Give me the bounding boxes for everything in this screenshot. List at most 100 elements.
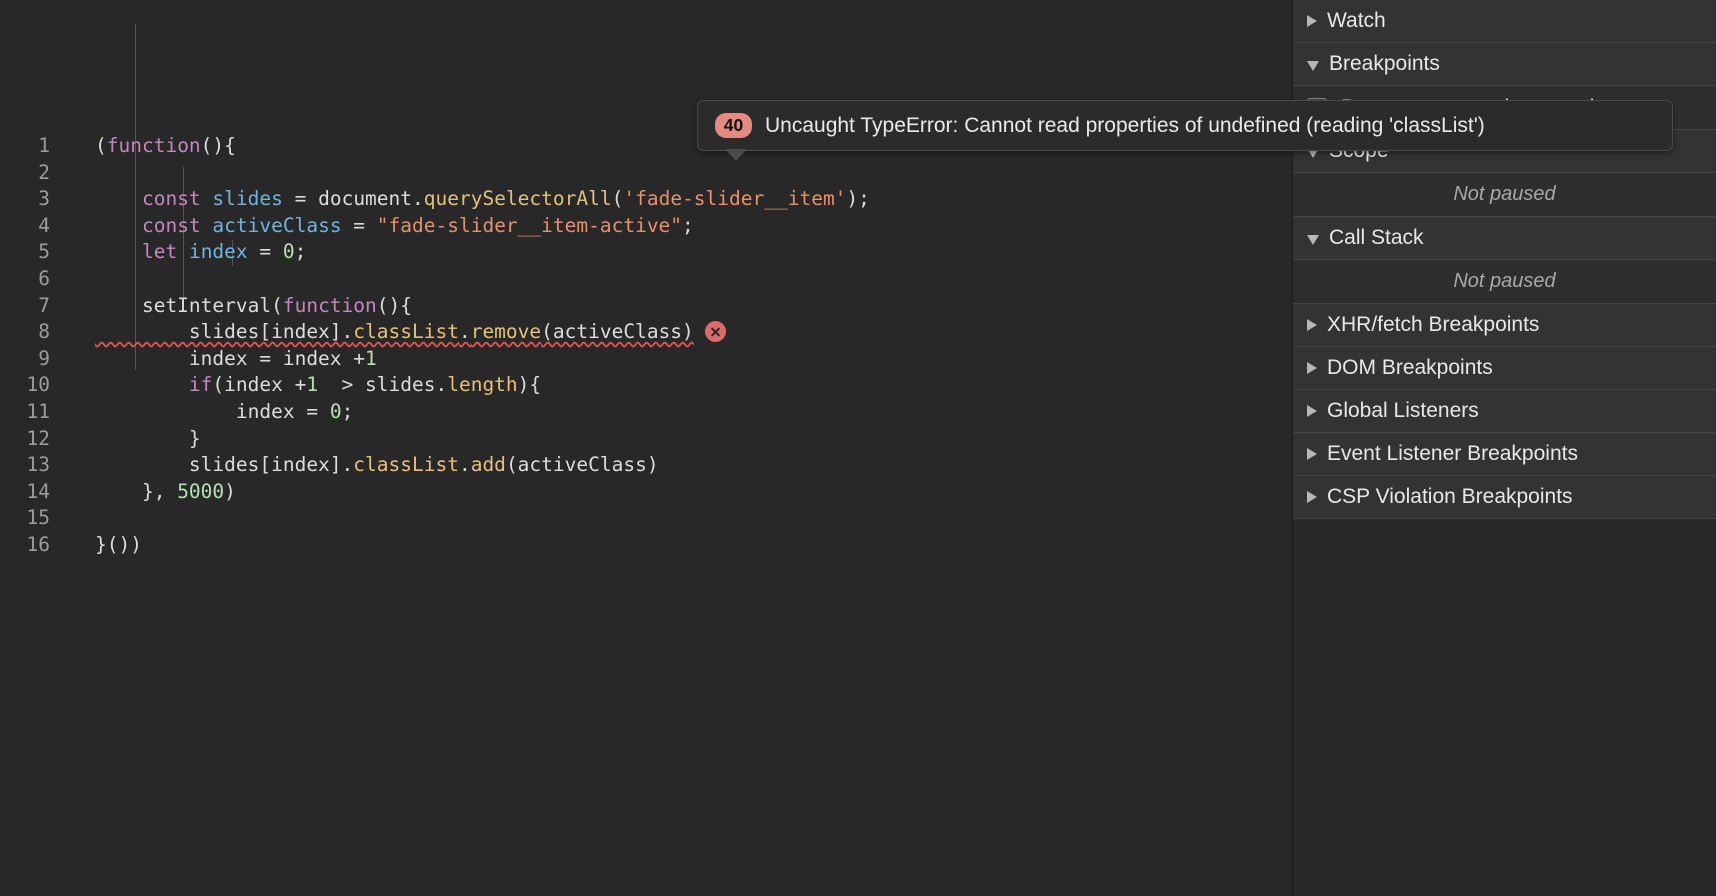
code-line-text[interactable]: } [56, 426, 201, 453]
line-number[interactable]: 5 [0, 239, 56, 266]
sidebar-section-csp-violation-breakpoints[interactable]: CSP Violation Breakpoints [1293, 476, 1716, 519]
chevron-right-icon[interactable] [1307, 15, 1317, 27]
sidebar-section-global-listeners[interactable]: Global Listeners [1293, 390, 1716, 433]
code-line[interactable]: 2 [0, 160, 1292, 187]
line-number[interactable]: 11 [0, 399, 56, 426]
line-number[interactable]: 14 [0, 479, 56, 506]
line-number[interactable]: 10 [0, 372, 56, 399]
code-line-text[interactable]: let index = 0; [56, 239, 306, 266]
code-line[interactable]: 16}()) [0, 532, 1292, 559]
chevron-right-icon[interactable] [1307, 491, 1317, 503]
code-token: ( [611, 187, 624, 211]
sidebar-section-watch[interactable]: Watch [1293, 0, 1716, 43]
code-token: setInterval( [95, 293, 283, 317]
debugger-sidebar-list: WatchBreakpointsPause on uncaught except… [1293, 0, 1716, 519]
code-token: ( [95, 133, 107, 157]
code-token: 5000 [177, 479, 225, 503]
line-number[interactable]: 6 [0, 266, 56, 293]
line-number[interactable]: 15 [0, 505, 56, 532]
line-number[interactable]: 4 [0, 213, 56, 240]
code-line[interactable]: 12 } [0, 426, 1292, 453]
chevron-right-icon[interactable] [1307, 405, 1317, 417]
code-line-text[interactable]: setInterval(function(){ [56, 293, 412, 320]
code-line-text[interactable]: const slides = document.querySelectorAll… [56, 186, 870, 213]
line-number[interactable]: 13 [0, 452, 56, 479]
code-line[interactable]: 3 const slides = document.querySelectorA… [0, 186, 1292, 213]
code-token: slides[index]. [95, 453, 354, 477]
error-tooltip[interactable]: 40 Uncaught TypeError: Cannot read prope… [697, 100, 1673, 151]
line-number[interactable]: 7 [0, 293, 56, 320]
chevron-right-icon[interactable] [1307, 362, 1317, 374]
code-line[interactable]: 14 }, 5000) [0, 479, 1292, 506]
code-token: classList [353, 453, 459, 477]
code-token: . [458, 453, 471, 477]
sidebar-section-call-stack[interactable]: Call Stack [1293, 217, 1716, 260]
sidebar-section-event-listener-breakpoints[interactable]: Event Listener Breakpoints [1293, 433, 1716, 476]
code-line[interactable]: 5 let index = 0; [0, 239, 1292, 266]
code-token: function [282, 293, 377, 317]
code-line[interactable]: 15 [0, 505, 1292, 532]
code-token: slides[index]. [95, 320, 354, 344]
code-token: (activeClass) [505, 453, 659, 477]
line-number[interactable]: 1 [0, 133, 56, 160]
code-line[interactable]: 13 slides[index].classList.add(activeCla… [0, 452, 1292, 479]
code-token: 1 [306, 373, 319, 397]
code-line[interactable]: 10 if(index +1 > slides.length){ [0, 372, 1292, 399]
sidebar-section-dom-breakpoints[interactable]: DOM Breakpoints [1293, 347, 1716, 390]
code-token: classList [353, 320, 459, 344]
line-number[interactable]: 8 [0, 319, 56, 346]
code-token: function [106, 133, 201, 157]
code-line[interactable]: 6 [0, 266, 1292, 293]
code-token: querySelectorAll [423, 187, 612, 211]
code-line-text[interactable]: (function(){ [56, 133, 236, 160]
code-token: 0 [329, 399, 342, 423]
code-line-text[interactable]: slides[index].classList.remove(activeCla… [56, 319, 726, 346]
chevron-down-icon[interactable] [1307, 60, 1319, 71]
sidebar-section-breakpoints[interactable]: Breakpoints [1293, 43, 1716, 86]
line-number[interactable]: 9 [0, 346, 56, 373]
error-count-badge: 40 [715, 113, 752, 138]
code-token: index = index + [95, 346, 366, 370]
code-token: ; [682, 213, 694, 237]
line-number[interactable]: 12 [0, 426, 56, 453]
code-token: (index + [212, 373, 307, 397]
code-token: const [141, 213, 201, 237]
code-token: let [141, 240, 178, 264]
code-token: ){ [517, 373, 542, 397]
code-line-text[interactable]: slides[index].classList.add(activeClass) [56, 452, 659, 479]
code-area[interactable]: 1 (function(){2 3 const slides = document.… [0, 0, 1292, 558]
code-token: length [447, 373, 518, 397]
code-line-text[interactable]: if(index +1 > slides.length){ [56, 372, 541, 399]
sidebar-section-xhr-fetch-breakpoints[interactable]: XHR/fetch Breakpoints [1293, 304, 1716, 347]
sidebar-section-label: Event Listener Breakpoints [1327, 442, 1578, 465]
sidebar-section-label: DOM Breakpoints [1327, 356, 1493, 379]
line-number[interactable]: 16 [0, 532, 56, 559]
code-token: ); [846, 187, 870, 211]
code-line-text[interactable]: index = 0; [56, 399, 353, 426]
code-line-text[interactable]: }()) [56, 532, 142, 559]
line-number[interactable]: 3 [0, 186, 56, 213]
code-token: = [341, 213, 377, 237]
code-line[interactable]: 4 const activeClass = "fade-slider__item… [0, 213, 1292, 240]
sidebar-section-label: XHR/fetch Breakpoints [1327, 313, 1540, 336]
chevron-right-icon[interactable] [1307, 448, 1317, 460]
code-line[interactable]: 11 index = 0; [0, 399, 1292, 426]
code-line-text[interactable]: }, 5000) [56, 479, 236, 506]
code-token: ; [294, 240, 307, 264]
line-number[interactable]: 2 [0, 160, 56, 187]
code-line-text[interactable]: const activeClass = "fade-slider__item-a… [56, 213, 694, 240]
code-line[interactable]: 7 setInterval(function(){ [0, 293, 1292, 320]
error-circle-x-icon[interactable] [704, 321, 726, 343]
code-token: slides [212, 187, 283, 211]
code-line[interactable]: 8 slides[index].classList.remove(activeC… [0, 319, 1292, 346]
chevron-down-icon[interactable] [1307, 234, 1319, 245]
code-line-text[interactable]: index = index +1 [56, 346, 377, 373]
code-token: ) [224, 479, 236, 503]
code-token: (){ [200, 133, 236, 157]
code-token: = [247, 240, 283, 264]
code-line[interactable]: 9 index = index +1 [0, 346, 1292, 373]
chevron-right-icon[interactable] [1307, 319, 1317, 331]
